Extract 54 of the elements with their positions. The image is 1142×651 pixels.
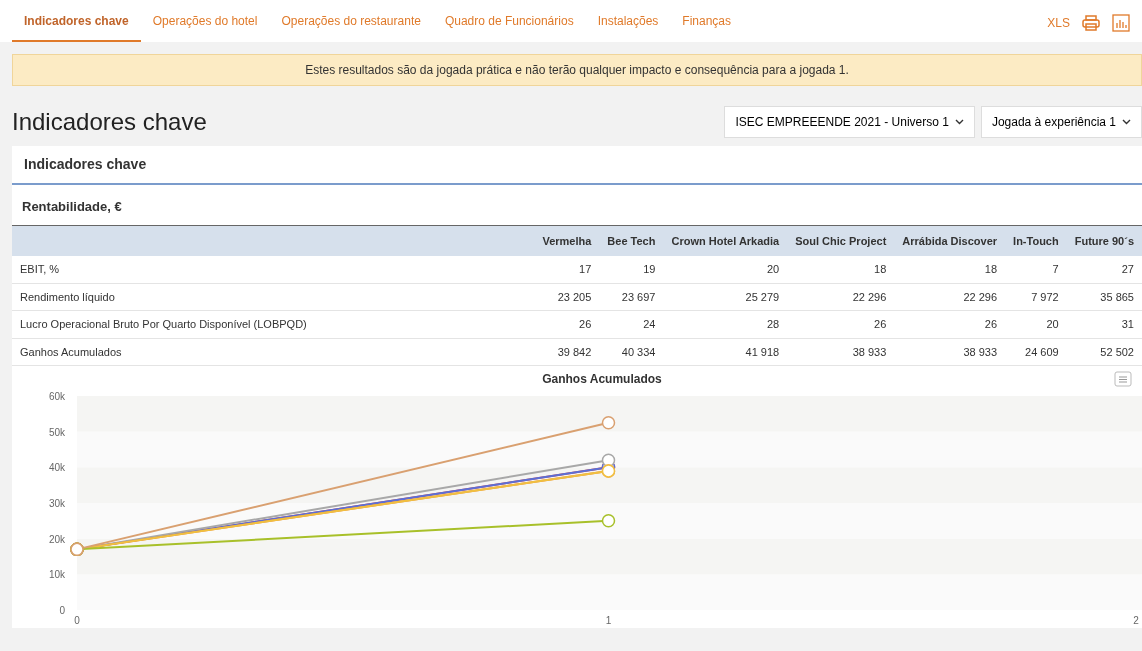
column-header: In-Touch bbox=[1005, 225, 1067, 256]
table-cell: 39 842 bbox=[534, 338, 600, 366]
table-cell: 24 609 bbox=[1005, 338, 1067, 366]
table-cell: 52 502 bbox=[1066, 338, 1142, 366]
column-header: Vermelha bbox=[534, 225, 600, 256]
row-label: Lucro Operacional Bruto Por Quarto Disponível (LOBPQD) bbox=[12, 310, 535, 338]
column-header: Arrábida Discover bbox=[894, 225, 1006, 256]
table-cell: 38 933 bbox=[787, 338, 895, 366]
table-cell: 23 697 bbox=[599, 283, 664, 311]
table-cell: 25 279 bbox=[663, 283, 788, 311]
y-axis-label: 20k bbox=[48, 533, 65, 545]
table-cell: 26 bbox=[787, 310, 895, 338]
table-cell: 38 933 bbox=[894, 338, 1006, 366]
column-header: Soul Chic Project bbox=[787, 225, 895, 256]
table-cell: 26 bbox=[894, 310, 1006, 338]
table-cell: 27 bbox=[1066, 256, 1142, 283]
table-cell: 35 865 bbox=[1066, 283, 1142, 311]
table-cell: 41 918 bbox=[663, 338, 788, 366]
page-title: Indicadores chave bbox=[12, 107, 207, 137]
table-cell: 23 205 bbox=[534, 283, 600, 311]
table-cell: 40 334 bbox=[599, 338, 664, 366]
table-cell: 18 bbox=[787, 256, 895, 283]
chart-title: Ganhos Acumulados bbox=[542, 372, 662, 386]
table-cell: 19 bbox=[599, 256, 664, 283]
table-cell: 7 bbox=[1005, 256, 1067, 283]
column-header: Crown Hotel Arkadia bbox=[663, 225, 788, 256]
table-cell: 18 bbox=[894, 256, 1006, 283]
table-cell: 28 bbox=[663, 310, 788, 338]
row-label: Rendimento líquido bbox=[12, 283, 535, 311]
x-axis-label: 0 bbox=[74, 615, 80, 626]
column-header: Bee Tech bbox=[599, 225, 664, 256]
x-axis-label: 1 bbox=[605, 615, 612, 626]
y-axis-label: 50k bbox=[48, 426, 65, 438]
y-axis-label: 10k bbox=[48, 569, 65, 581]
y-axis-label: 0 bbox=[59, 605, 65, 616]
table-cell: 7 972 bbox=[1005, 283, 1067, 311]
section-title: Rentabilidade, € bbox=[12, 185, 1142, 226]
row-label: EBIT, % bbox=[12, 256, 535, 283]
table-cell: 17 bbox=[534, 256, 600, 283]
y-axis-label: 40k bbox=[48, 462, 65, 474]
table-cell: 20 bbox=[663, 256, 788, 283]
table-cell: 20 bbox=[1005, 310, 1067, 338]
table-cell: 22 296 bbox=[787, 283, 895, 311]
row-label: Ganhos Acumulados bbox=[12, 338, 535, 366]
table-cell: 26 bbox=[534, 310, 600, 338]
table-cell: 24 bbox=[599, 310, 664, 338]
y-axis-label: 30k bbox=[48, 498, 65, 509]
table-cell: 31 bbox=[1066, 310, 1142, 338]
x-axis-label: 2 bbox=[1133, 615, 1139, 626]
y-axis-label: 60k bbox=[48, 391, 65, 402]
notice-banner: Estes resultados são da jogada prática e não terão qualquer impacto e consequência para a jogada 1. bbox=[12, 54, 1142, 86]
table-cell: 22 296 bbox=[894, 283, 1006, 311]
column-header: Future 90´s bbox=[1066, 225, 1142, 256]
card-title: Indicadores chave bbox=[12, 146, 1142, 185]
